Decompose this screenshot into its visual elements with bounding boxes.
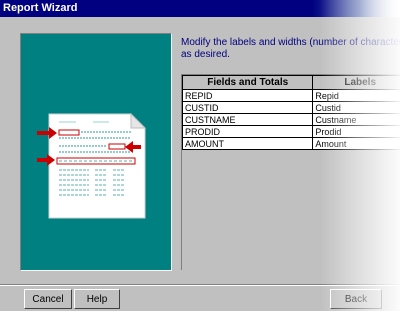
column-header-labels: Labels <box>312 75 400 90</box>
column-header-fields: Fields and Totals <box>181 75 314 90</box>
fields-grid[interactable]: Fields and Totals Labels REPID Repid CUS… <box>181 74 400 270</box>
label-cell[interactable]: Repid <box>312 89 400 102</box>
illustration-panel <box>20 33 172 271</box>
report-page-illustration <box>37 112 147 219</box>
label-cell[interactable]: Prodid <box>312 125 400 138</box>
window-title: Report Wizard <box>3 2 78 14</box>
instructions-text: Modify the labels and widths (number of … <box>181 37 400 61</box>
table-row[interactable]: AMOUNT Amount <box>181 137 400 150</box>
document-icon <box>48 112 147 219</box>
label-cell[interactable]: Custname <box>312 113 400 126</box>
field-cell: AMOUNT <box>181 137 314 150</box>
table-row[interactable]: REPID Repid <box>181 89 400 102</box>
instructions-line-1: Modify the labels and widths (number of … <box>181 37 400 48</box>
field-cell: CUSTID <box>181 101 314 114</box>
label-cell[interactable]: Custid <box>312 101 400 114</box>
cancel-button[interactable]: Cancel <box>24 289 72 309</box>
table-header-row: Fields and Totals Labels <box>181 75 400 90</box>
field-cell: REPID <box>181 89 314 102</box>
report-wizard-window: Report Wizard Modify the labels and widt… <box>0 0 400 311</box>
table-row[interactable]: CUSTNAME Custname <box>181 113 400 126</box>
title-bar: Report Wizard <box>0 0 400 17</box>
back-button[interactable]: Back <box>330 289 382 309</box>
button-separator <box>0 284 400 286</box>
field-cell: CUSTNAME <box>181 113 314 126</box>
help-button[interactable]: Help <box>74 289 120 309</box>
label-cell[interactable]: Amount <box>312 137 400 150</box>
wizard-body: Modify the labels and widths (number of … <box>5 21 400 284</box>
instructions-line-2: as desired. <box>181 49 230 60</box>
table-row[interactable]: PRODID Prodid <box>181 125 400 138</box>
field-cell: PRODID <box>181 125 314 138</box>
fields-table: Fields and Totals Labels REPID Repid CUS… <box>181 75 400 150</box>
table-row[interactable]: CUSTID Custid <box>181 101 400 114</box>
